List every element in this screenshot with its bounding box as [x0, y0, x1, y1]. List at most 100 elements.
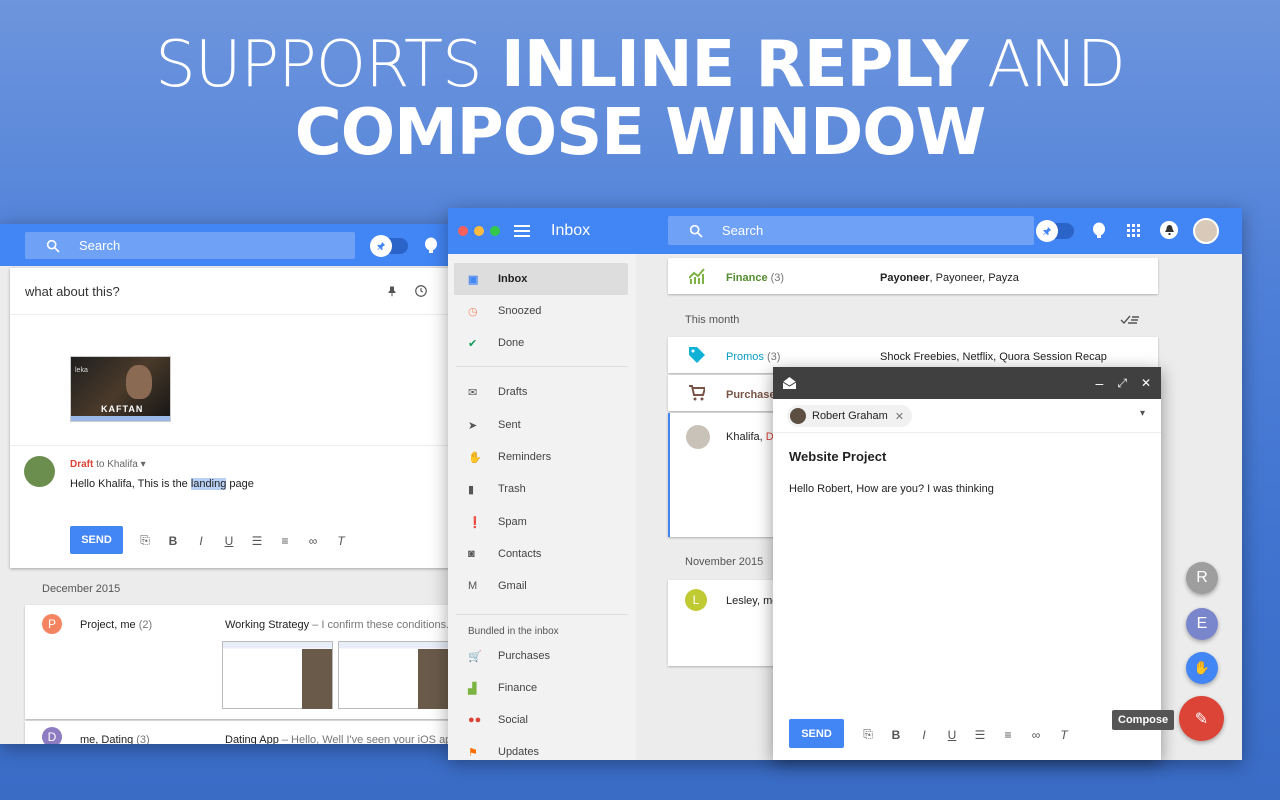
- bold-icon[interactable]: B: [166, 534, 180, 548]
- search-placeholder: Search: [722, 223, 764, 238]
- reminder-hand-icon: ✋: [468, 451, 482, 464]
- zoom-dot[interactable]: [490, 226, 500, 236]
- sidebar-item-reminders[interactable]: ✋ Reminders: [454, 441, 628, 473]
- sidebar-item-sent[interactable]: ➤ Sent: [454, 409, 628, 441]
- snooze-clock-icon[interactable]: [414, 284, 428, 298]
- search-input[interactable]: Search: [668, 216, 1034, 245]
- pin-toggle[interactable]: [370, 235, 408, 257]
- close-dot[interactable]: [458, 226, 468, 236]
- bold-icon[interactable]: B: [889, 728, 903, 742]
- portrait-figure: [126, 365, 152, 399]
- cart-icon: [689, 385, 705, 401]
- account-avatar[interactable]: [1193, 218, 1219, 244]
- bulb-icon[interactable]: [424, 237, 438, 254]
- bulb-icon[interactable]: [1092, 222, 1106, 239]
- close-icon[interactable]: ✕: [1141, 376, 1151, 390]
- compose-fab[interactable]: ✎: [1179, 696, 1224, 741]
- numbered-list-icon[interactable]: ≡: [1001, 728, 1015, 742]
- recipient-row[interactable]: Robert Graham ✕ ▾: [773, 399, 1161, 433]
- bundle-item-updates[interactable]: ⚑ Updates: [454, 736, 628, 760]
- reminder-fab[interactable]: ✋: [1186, 652, 1218, 684]
- list-item[interactable]: P Project, me (2) Working Strategy – I c…: [25, 605, 452, 719]
- expand-icon[interactable]: ⤢: [1117, 376, 1127, 391]
- contact-fab-r[interactable]: R: [1186, 562, 1218, 594]
- inline-reply-window: Search what about this? leka KAFTAN Draf…: [0, 224, 452, 744]
- sidebar-item-trash[interactable]: ▮ Trash: [454, 473, 628, 505]
- bundle-label: Finance: [726, 272, 768, 284]
- attachment-thumbnail[interactable]: [338, 641, 449, 709]
- divider: [10, 445, 452, 446]
- cart-icon: 🛒: [468, 650, 482, 663]
- bundle-item-social[interactable]: ●● Social: [454, 704, 628, 736]
- italic-icon[interactable]: I: [194, 534, 208, 548]
- count: (3): [136, 734, 150, 744]
- menu-icon[interactable]: [514, 225, 530, 237]
- thread-subject: what about this?: [25, 283, 120, 299]
- body-field[interactable]: Hello Robert, How are you? I was thinkin…: [789, 483, 994, 495]
- avatar: D: [42, 727, 62, 744]
- spam-icon: ❗: [468, 516, 482, 529]
- sidebar-item-drafts[interactable]: ✉ Drafts: [454, 376, 628, 408]
- bundled-label: Bundled in the inbox: [468, 626, 559, 637]
- window-controls: [458, 226, 500, 236]
- attachment-thumbnail[interactable]: leka KAFTAN: [70, 356, 171, 422]
- bundle-row-finance[interactable]: Finance (3) Payoneer, Payoneer, Payza: [668, 258, 1158, 294]
- attach-icon[interactable]: ⎘: [138, 533, 152, 548]
- avatar: [24, 456, 55, 487]
- italic-icon[interactable]: I: [917, 728, 931, 742]
- sidebar-item-gmail[interactable]: M Gmail: [454, 570, 628, 602]
- underline-icon[interactable]: U: [222, 534, 236, 548]
- underline-icon[interactable]: U: [945, 728, 959, 742]
- pin-icon[interactable]: [386, 284, 398, 298]
- senders: , Payoneer, Payza: [929, 272, 1019, 284]
- sidebar-item-snoozed[interactable]: ◷ Snoozed: [454, 295, 628, 327]
- attachment-thumbnail[interactable]: [222, 641, 333, 709]
- sidebar-item-inbox[interactable]: ▣ Inbox: [454, 263, 628, 295]
- notifications-icon[interactable]: [1160, 221, 1178, 239]
- pin-toggle[interactable]: [1036, 220, 1074, 242]
- drafts-icon: [783, 377, 796, 389]
- send-button[interactable]: SEND: [70, 526, 123, 554]
- bullet-list-icon[interactable]: ☰: [250, 534, 264, 548]
- link-icon[interactable]: ∞: [1029, 728, 1043, 742]
- attach-icon[interactable]: ⎘: [861, 727, 875, 742]
- apps-grid-icon[interactable]: [1127, 224, 1140, 237]
- snippet: – Hello, Well I've seen your iOS app. I: [278, 734, 452, 744]
- draft-recipient[interactable]: to Khalifa: [96, 459, 138, 470]
- clear-format-icon[interactable]: T: [334, 534, 348, 548]
- email-thread: what about this? leka KAFTAN Draft to Kh…: [10, 268, 452, 568]
- section-december: December 2015: [42, 583, 121, 595]
- search-input[interactable]: Search: [25, 232, 355, 259]
- sweep-icon[interactable]: [1120, 313, 1140, 327]
- draft-body[interactable]: Hello Khalifa, This is the landing page: [70, 478, 254, 490]
- subject-field[interactable]: Website Project: [789, 449, 886, 464]
- chevron-down-icon[interactable]: ▾: [1140, 408, 1145, 419]
- bundle-item-purchases[interactable]: 🛒 Purchases: [454, 640, 628, 672]
- list-item[interactable]: D me, Dating (3) Dating App – Hello, Wel…: [25, 721, 452, 744]
- numbered-list-icon[interactable]: ≡: [278, 534, 292, 548]
- sidebar-item-label: Spam: [498, 516, 527, 528]
- minimize-dot[interactable]: [474, 226, 484, 236]
- minimize-icon[interactable]: –: [1096, 375, 1104, 391]
- draft-label: Draft: [70, 459, 94, 470]
- sidebar-item-done[interactable]: ✔ Done: [454, 327, 628, 359]
- finance-chart-icon: ▟: [468, 682, 477, 695]
- recipient-chip[interactable]: Robert Graham ✕: [787, 405, 913, 427]
- remove-recipient-icon[interactable]: ✕: [895, 410, 904, 423]
- sidebar-item-spam[interactable]: ❗ Spam: [454, 506, 628, 538]
- subject: Dating App: [225, 734, 279, 744]
- senders: Shock Freebies, Netflix, Quora Session R…: [880, 351, 1107, 363]
- clear-format-icon[interactable]: T: [1057, 728, 1071, 742]
- bundle-item-finance[interactable]: ▟ Finance: [454, 672, 628, 704]
- attachment-title: KAFTAN: [101, 404, 144, 414]
- format-toolbar: ⎘ B I U ☰ ≡ ∞ T: [138, 533, 348, 548]
- compose-tooltip: Compose: [1112, 710, 1175, 730]
- send-button[interactable]: SEND: [789, 719, 844, 748]
- contacts-icon: ◙: [468, 548, 475, 560]
- contact-fab-e[interactable]: E: [1186, 608, 1218, 640]
- headline-line1: SUPPORTS INLINE REPLY AND: [155, 28, 1126, 102]
- sidebar-item-contacts[interactable]: ◙ Contacts: [454, 538, 628, 570]
- link-icon[interactable]: ∞: [306, 534, 320, 548]
- count: (3): [770, 272, 785, 284]
- bullet-list-icon[interactable]: ☰: [973, 728, 987, 742]
